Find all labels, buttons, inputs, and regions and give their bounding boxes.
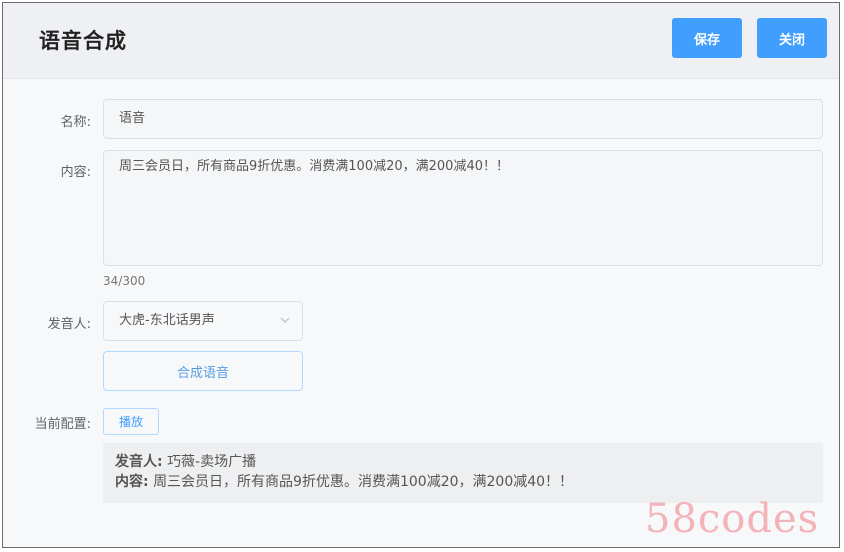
name-input[interactable]: 语音 (103, 99, 823, 139)
chevron-down-icon (280, 317, 290, 323)
config-speaker-value: 巧薇-卖场广播 (167, 454, 257, 470)
config-content-line: 内容: 周三会员日，所有商品9折优惠。消费满100减20，满200减40！！ (115, 472, 811, 492)
watermark: 58codes (645, 496, 820, 542)
voice-synthesis-dialog: 语音合成 保存 关闭 名称: 语音 内容: 周三会员日，所有商品9折优惠。消费满… (2, 2, 840, 548)
dialog-title: 语音合成 (39, 29, 127, 53)
config-speaker-key: 发音人: (115, 454, 163, 470)
content-char-counter: 34/300 (103, 274, 146, 288)
close-button[interactable]: 关闭 (757, 18, 827, 58)
speaker-select[interactable]: 大虎-东北话男声 (103, 301, 303, 341)
dialog-header: 语音合成 保存 关闭 (3, 3, 839, 79)
content-textarea[interactable]: 周三会员日，所有商品9折优惠。消费满100减20，满200减40！！ (103, 150, 823, 266)
content-label: 内容: (60, 165, 91, 180)
name-label: 名称: (60, 115, 91, 130)
config-content-value: 周三会员日，所有商品9折优惠。消费满100减20，满200减40！！ (153, 474, 574, 490)
current-config-box: 发音人: 巧薇-卖场广播 内容: 周三会员日，所有商品9折优惠。消费满100减2… (103, 443, 823, 503)
synthesize-button[interactable]: 合成语音 (103, 351, 303, 391)
speaker-label: 发音人: (47, 317, 91, 332)
config-speaker-line: 发音人: 巧薇-卖场广播 (115, 452, 811, 472)
play-button[interactable]: 播放 (103, 408, 159, 435)
config-content-key: 内容: (115, 474, 149, 490)
current-config-label: 当前配置: (34, 417, 91, 432)
save-button[interactable]: 保存 (672, 18, 742, 58)
speaker-selected-value: 大虎-东北话男声 (119, 313, 215, 328)
